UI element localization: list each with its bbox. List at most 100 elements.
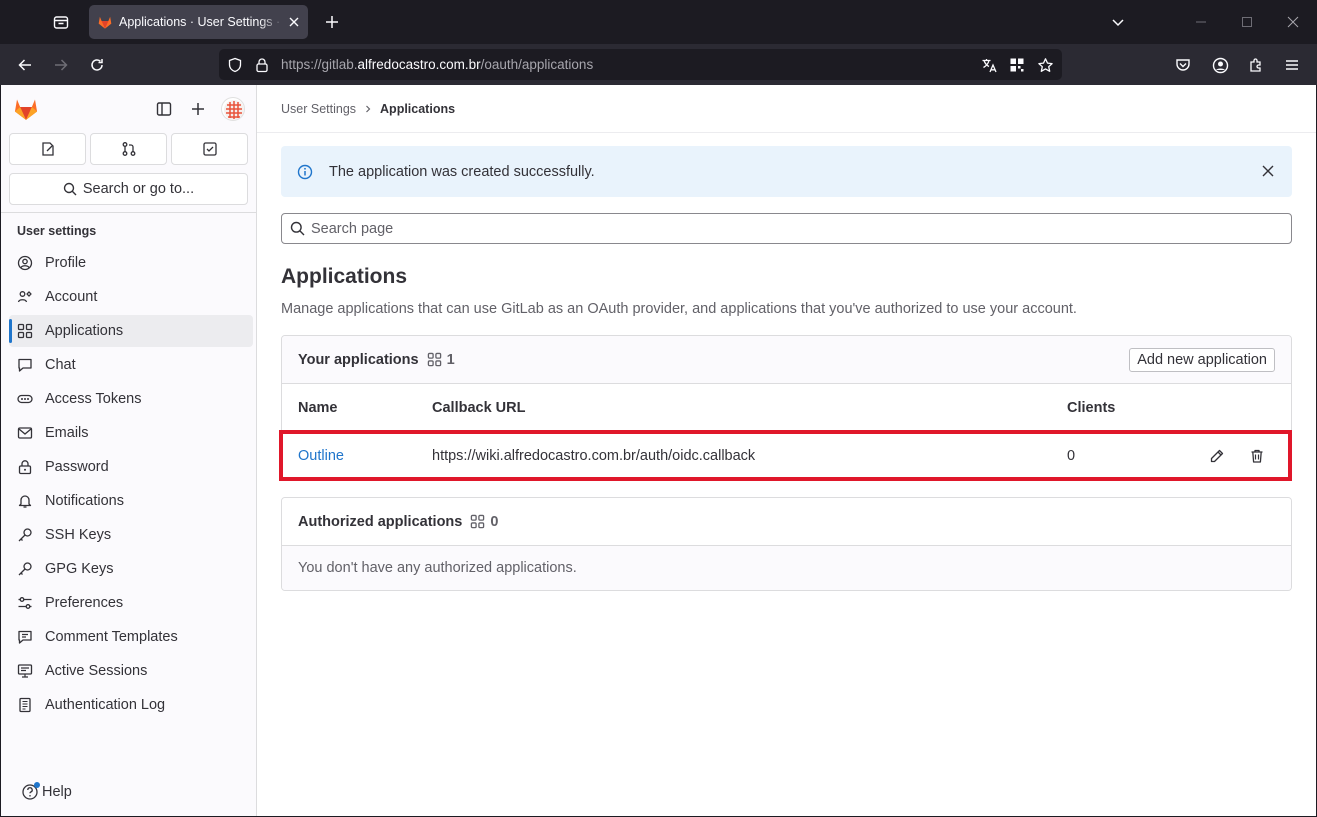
page-viewport: Search or go to... User settings Profile… [1, 85, 1316, 816]
column-header-clients: Clients [1067, 399, 1116, 416]
sidebar-heading: User settings [17, 224, 97, 238]
breadcrumb-current: Applications [380, 102, 456, 116]
maximize-icon[interactable] [1235, 10, 1259, 34]
url-text[interactable]: https://gitlab.alfredocastro.com.br/oaut… [281, 57, 593, 72]
sidebar-item-comment-templates[interactable]: Comment Templates [9, 621, 253, 653]
column-header-callback-url: Callback URL [432, 399, 526, 416]
breadcrumb-divider [257, 132, 1316, 133]
mail-icon [17, 425, 33, 441]
sidebar-item-emails[interactable]: Emails [9, 417, 253, 449]
lock-icon [17, 459, 33, 475]
extensions-puzzle-icon[interactable] [1243, 52, 1269, 78]
minimize-icon[interactable] [1189, 10, 1213, 34]
issues-quick-button[interactable] [9, 133, 86, 165]
sidebar-item-password[interactable]: Password [9, 451, 253, 483]
bookmark-star-icon[interactable] [1036, 56, 1054, 74]
todo-quick-button[interactable] [171, 133, 248, 165]
applications-icon [471, 514, 485, 529]
issues-icon [41, 142, 54, 156]
key-icon [17, 561, 33, 577]
new-tab-icon[interactable] [320, 10, 344, 34]
create-new-plus-icon[interactable] [186, 97, 210, 121]
sidebar-item-gpg-keys[interactable]: GPG Keys [9, 553, 253, 585]
search-icon [290, 221, 305, 236]
sidebar-item-label: Access Tokens [45, 391, 142, 407]
tab-close-icon[interactable] [284, 12, 304, 32]
chevron-right-icon [364, 105, 372, 113]
browser-tab[interactable]: Applications · User Settings · GitLab [89, 5, 308, 39]
log-icon [17, 697, 33, 713]
empty-state-message: You don't have any authorized applicatio… [282, 546, 1291, 590]
sliders-icon [17, 595, 33, 611]
sidebar-item-authentication-log[interactable]: Authentication Log [9, 689, 253, 721]
sidebar-item-active-sessions[interactable]: Active Sessions [9, 655, 253, 687]
sidebar-item-profile[interactable]: Profile [9, 247, 253, 279]
sidebar-toggle-icon[interactable] [152, 97, 176, 121]
sidebar-item-ssh-keys[interactable]: SSH Keys [9, 519, 253, 551]
reload-icon[interactable] [84, 52, 110, 78]
forward-arrow-icon[interactable] [48, 52, 74, 78]
url-bar[interactable]: https://gitlab.alfredocastro.com.br/oaut… [219, 49, 1062, 80]
account-circle-icon[interactable] [1207, 52, 1233, 78]
sidebar-item-label: Preferences [45, 595, 124, 611]
lock-icon[interactable] [253, 56, 271, 74]
monitor-icon [17, 663, 33, 679]
breadcrumb: User Settings Applications [281, 102, 455, 116]
sidebar-item-applications[interactable]: Applications [9, 315, 253, 347]
sidebar-item-label: SSH Keys [45, 527, 112, 543]
edit-pencil-icon[interactable] [1208, 447, 1226, 465]
sidebar-item-notifications[interactable]: Notifications [9, 485, 253, 517]
breadcrumb-parent-link[interactable]: User Settings [281, 102, 356, 116]
merge-requests-quick-button[interactable] [90, 133, 167, 165]
sidebar: Search or go to... User settings Profile… [1, 85, 257, 816]
application-clients-count: 0 [1067, 448, 1076, 464]
help-button[interactable]: Help [21, 782, 72, 801]
token-icon [17, 391, 33, 407]
column-header-name: Name [298, 399, 338, 416]
delete-trash-icon[interactable] [1248, 447, 1266, 465]
merge-request-icon [122, 142, 135, 156]
sidebar-nav: Profile Account Applications Chat Access… [9, 247, 253, 723]
gitlab-logo-icon[interactable] [13, 96, 39, 122]
authorized-applications-card: Authorized applications 0 You don't have… [281, 497, 1292, 591]
help-notification-dot [34, 782, 40, 788]
search-page-field [281, 213, 1292, 244]
count-value: 0 [490, 513, 499, 530]
search-icon [63, 182, 77, 196]
authorized-applications-header: Authorized applications 0 [282, 498, 1291, 546]
count-value: 1 [446, 351, 455, 368]
table-row: Outline https://wiki.alfredocastro.com.b… [282, 432, 1291, 480]
qr-code-icon[interactable] [1008, 56, 1026, 74]
your-applications-count: 1 [427, 352, 455, 368]
browser-tab-bar: Applications · User Settings · GitLab [0, 0, 1317, 44]
close-icon[interactable] [1260, 163, 1276, 179]
application-name-link[interactable]: Outline [298, 448, 344, 464]
sidebar-item-label: Authentication Log [45, 697, 166, 713]
avatar[interactable] [221, 97, 245, 121]
authorized-applications-count: 0 [470, 514, 498, 530]
shield-icon[interactable] [226, 56, 244, 74]
sidebar-item-chat[interactable]: Chat [9, 349, 253, 381]
key-icon [17, 527, 33, 543]
browser-nav-bar: https://gitlab.alfredocastro.com.br/oaut… [0, 44, 1317, 85]
sidebar-item-preferences[interactable]: Preferences [9, 587, 253, 619]
sidebar-item-account[interactable]: Account [9, 281, 253, 313]
sidebar-item-access-tokens[interactable]: Access Tokens [9, 383, 253, 415]
tab-list-icon[interactable] [48, 10, 74, 34]
hamburger-menu-icon[interactable] [1279, 52, 1305, 78]
sidebar-item-label: Chat [45, 357, 76, 373]
add-new-application-button[interactable]: Add new application [1129, 348, 1275, 372]
tab-overflow-chevron-icon[interactable] [1106, 10, 1130, 34]
back-arrow-icon[interactable] [12, 52, 38, 78]
alert-message: The application was created successfully… [329, 163, 595, 180]
window-close-icon[interactable] [1281, 10, 1305, 34]
pocket-icon[interactable] [1170, 52, 1196, 78]
your-applications-header: Your applications 1 Add new application [282, 336, 1291, 384]
page-description: Manage applications that can use GitLab … [281, 301, 1077, 317]
applications-icon [427, 352, 441, 367]
your-applications-title: Your applications [298, 351, 419, 368]
translate-icon[interactable] [980, 56, 998, 74]
sidebar-search-button[interactable]: Search or go to... [9, 173, 248, 205]
page-title: Applications [281, 265, 408, 288]
search-page-input[interactable] [311, 220, 1271, 237]
